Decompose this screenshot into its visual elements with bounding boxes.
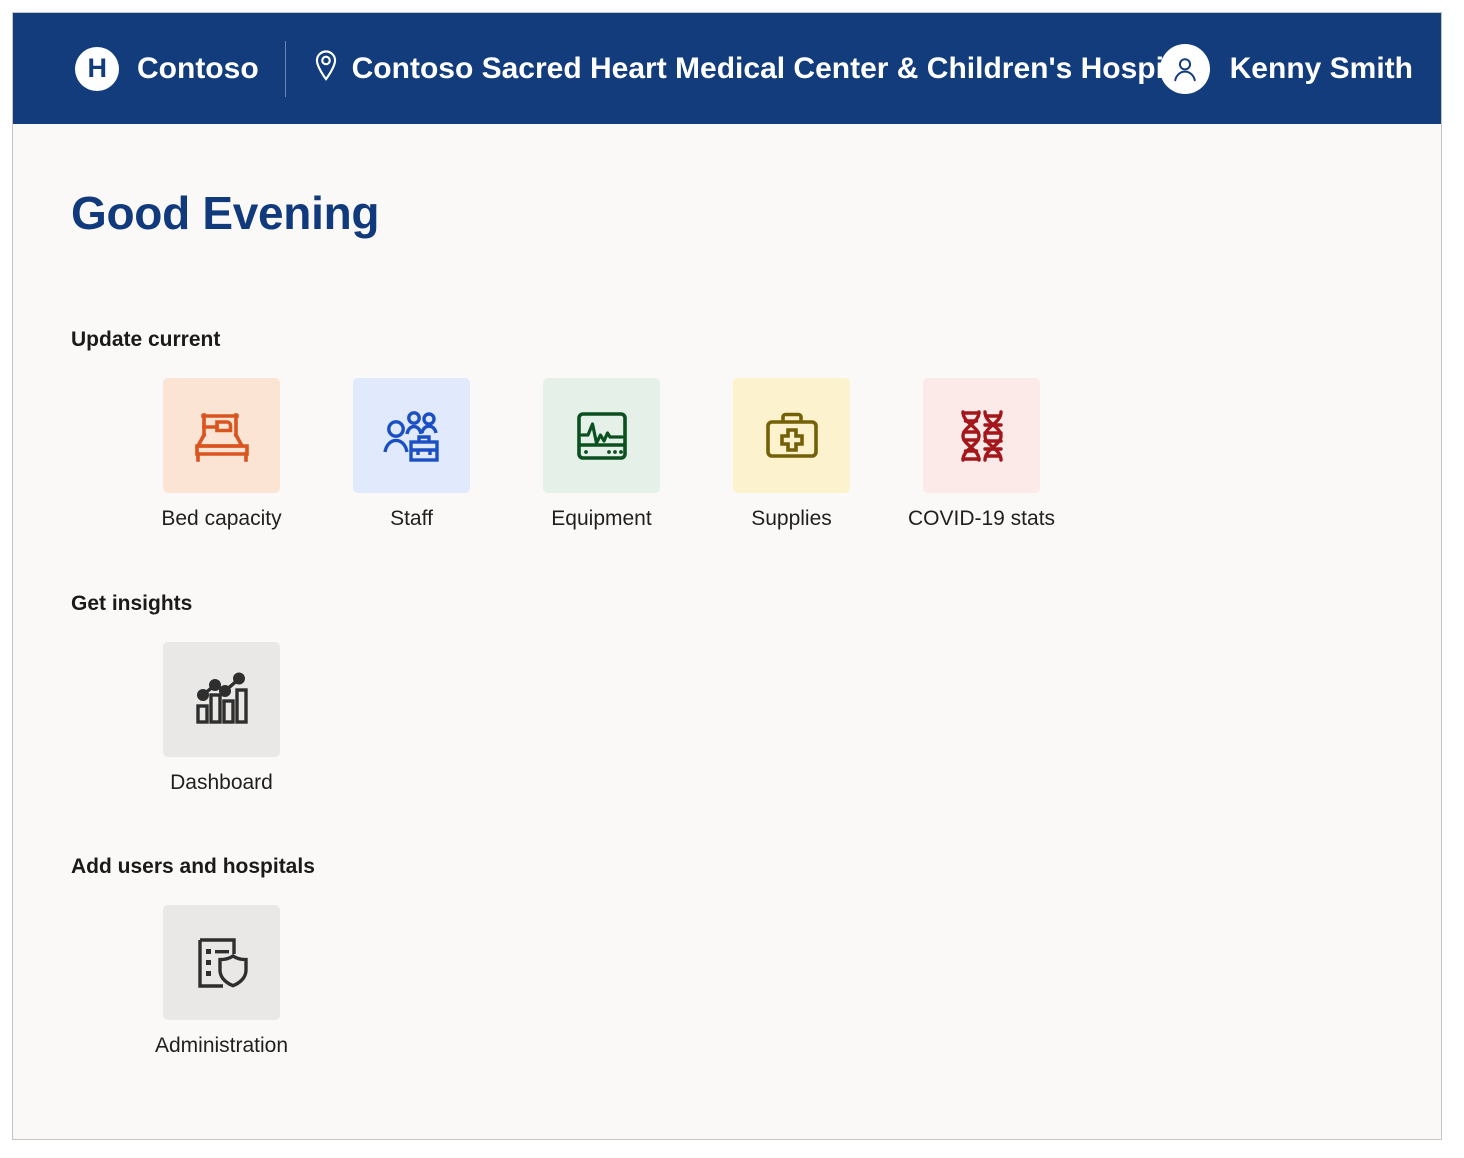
tile-icon-container [163, 378, 280, 493]
site-name: Contoso Sacred Heart Medical Center & Ch… [351, 51, 1199, 85]
tile-icon-container [353, 378, 470, 493]
tile-label: Dashboard [170, 771, 273, 794]
people-briefcase-icon [382, 408, 442, 464]
section-title-update-current: Update current [71, 328, 221, 351]
tile-icon-container [543, 378, 660, 493]
tile-dashboard[interactable]: Dashboard [163, 642, 280, 795]
tile-bed-capacity[interactable]: Bed capacity [161, 378, 282, 531]
tile-equipment[interactable]: Equipment [543, 378, 660, 531]
first-aid-kit-icon [763, 409, 821, 463]
tile-label: Equipment [551, 507, 652, 530]
main-content: Good Evening Update current Bed capacity… [13, 124, 1441, 1058]
logo-letter: H [87, 53, 108, 83]
heart-monitor-icon [573, 409, 631, 463]
section-title-get-insights: Get insights [71, 592, 193, 615]
header-divider [284, 40, 286, 97]
tile-icon-container [923, 378, 1040, 493]
tile-row-get-insights: Dashboard [71, 642, 1441, 795]
tile-staff[interactable]: Staff [353, 378, 470, 531]
page-title: Good Evening [71, 187, 380, 239]
tile-covid-19-stats[interactable]: COVID-19 stats [908, 378, 1055, 531]
brand-name: Contoso [137, 51, 259, 85]
tile-label: Staff [390, 507, 433, 530]
person-avatar-icon [1159, 43, 1210, 94]
user-name: Kenny Smith [1229, 51, 1413, 85]
tile-row-administration: Administration [71, 905, 1441, 1058]
tile-icon-container [163, 642, 280, 757]
app-header: H Contoso Contoso Sacred Heart Medical C… [13, 13, 1441, 124]
dna-helix-icon [956, 407, 1008, 465]
document-shield-icon [193, 935, 251, 991]
bar-chart-icon [193, 671, 251, 728]
tile-icon-container [733, 378, 850, 493]
brand-group[interactable]: H Contoso [75, 46, 259, 91]
tile-administration[interactable]: Administration [155, 905, 288, 1058]
tile-row-update-current: Bed capacity Staff Equipment Supplies CO… [71, 378, 1441, 531]
tile-supplies[interactable]: Supplies [733, 378, 850, 531]
bed-icon [191, 408, 253, 464]
app-window: H Contoso Contoso Sacred Heart Medical C… [12, 12, 1442, 1140]
tile-icon-container [163, 905, 280, 1020]
site-selector[interactable]: Contoso Sacred Heart Medical Center & Ch… [312, 49, 1199, 88]
tile-label: Supplies [751, 507, 832, 530]
tile-label: Administration [154, 1034, 289, 1057]
section-title-add-users-and-hospitals: Add users and hospitals [71, 855, 315, 878]
hospital-logo-icon: H [75, 46, 119, 91]
tile-label: Bed capacity [161, 507, 282, 530]
location-pin-icon [312, 49, 340, 88]
tile-label: COVID-19 stats [907, 507, 1056, 530]
user-menu[interactable]: Kenny Smith [1159, 43, 1413, 94]
